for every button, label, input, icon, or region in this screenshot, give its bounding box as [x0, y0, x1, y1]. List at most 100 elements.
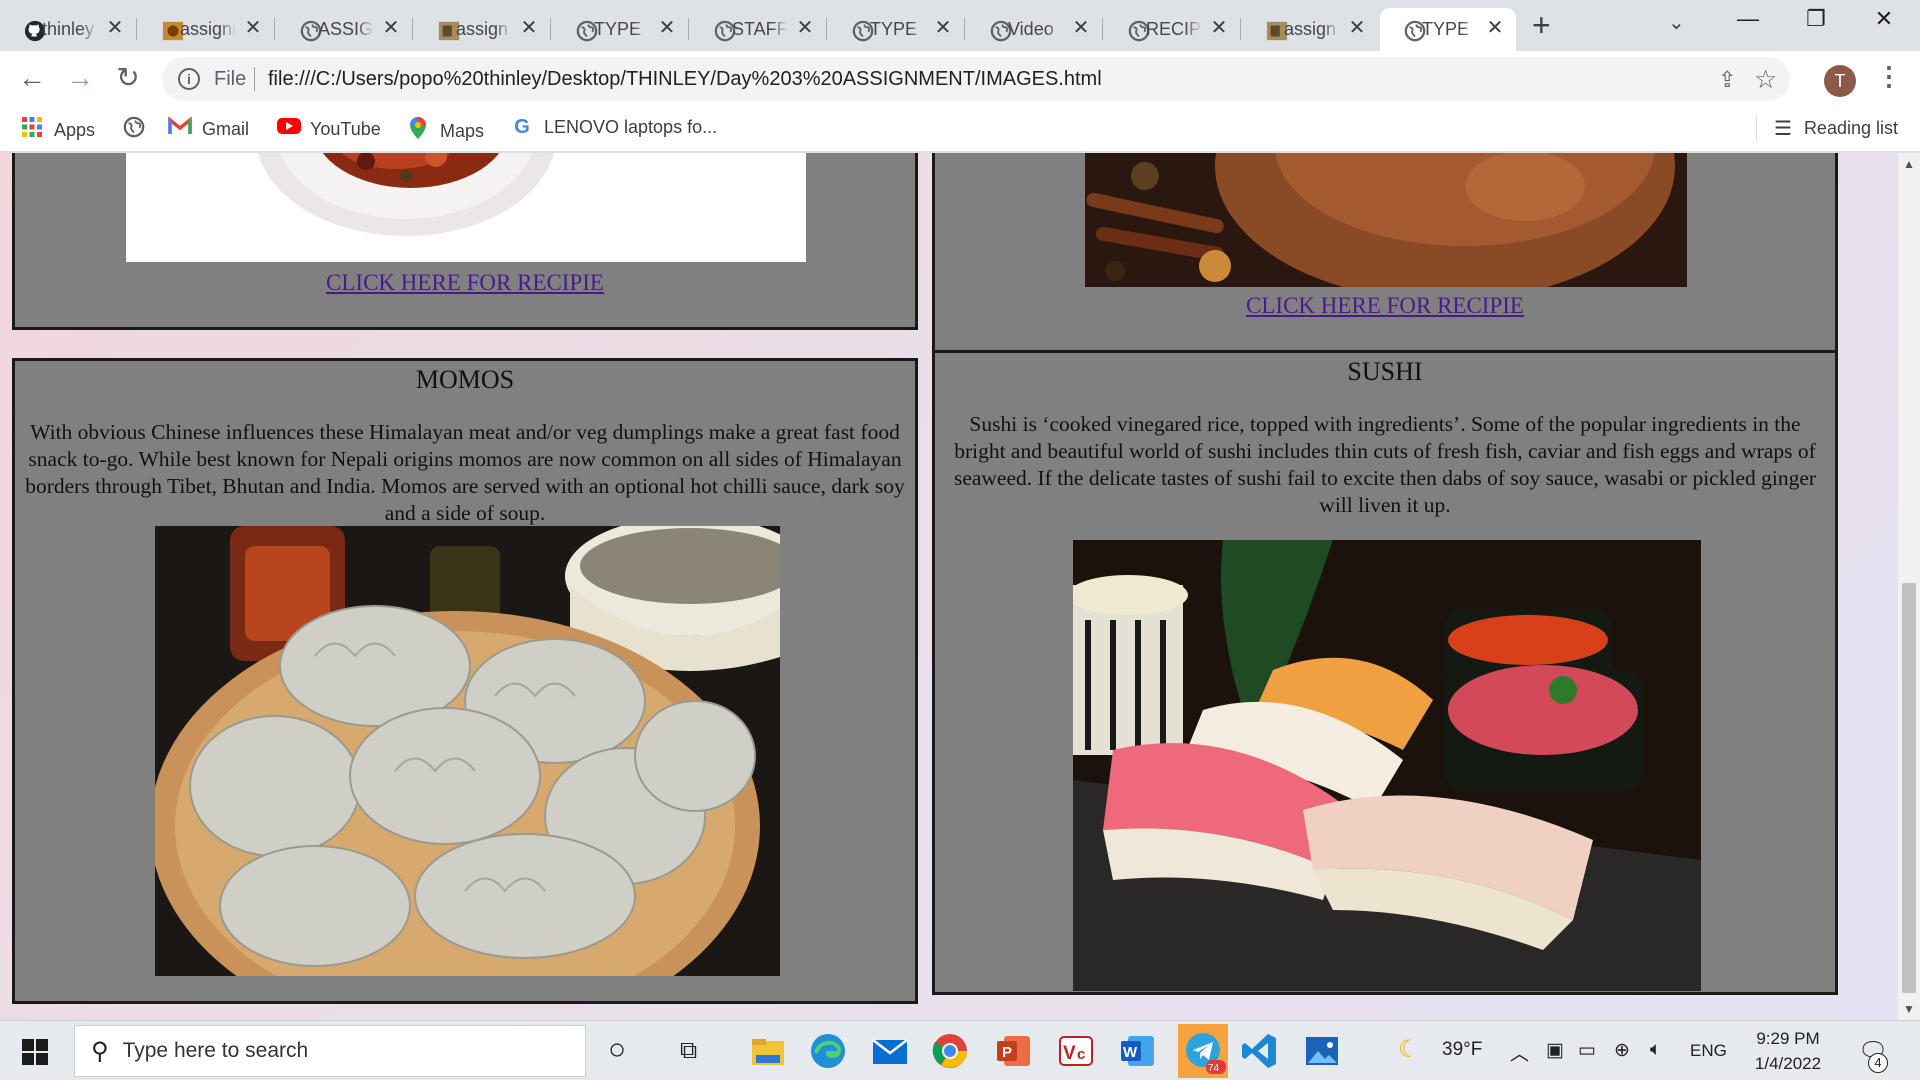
- clock-date: 1/4/2022: [1754, 1054, 1822, 1073]
- task-view-icon[interactable]: ⧉: [680, 1037, 697, 1065]
- close-tab-icon[interactable]: ✕: [932, 17, 954, 39]
- close-tab-icon[interactable]: ✕: [380, 17, 402, 39]
- scroll-up-icon[interactable]: ▲: [1898, 157, 1920, 171]
- bookmark-label: Maps: [440, 120, 485, 141]
- new-tab-button[interactable]: +: [1532, 9, 1551, 41]
- vscode-icon[interactable]: [1240, 1031, 1280, 1071]
- profile-avatar[interactable]: T: [1824, 65, 1856, 97]
- tab-strip: thinley ✕ assignment ✕ ASSIGNMENT ✕ assi…: [0, 0, 1920, 51]
- volume-icon[interactable]: 🔈︎: [1650, 1039, 1661, 1061]
- youtube-icon: [276, 116, 301, 142]
- tab-6[interactable]: STAFF ✕: [690, 8, 827, 51]
- momos-card: MOMOS With obvious Chinese influences th…: [12, 358, 918, 1004]
- bookmark-star-icon[interactable]: ☆: [1754, 64, 1777, 95]
- bookmark-gmail[interactable]: Gmail: [168, 116, 249, 142]
- close-tab-icon[interactable]: ✕: [794, 17, 816, 39]
- tab-8[interactable]: Video ✕: [966, 8, 1103, 51]
- share-icon[interactable]: ⇪: [1718, 67, 1736, 93]
- bookmark-lenovo[interactable]: G LENOVO laptops fo...: [510, 116, 717, 139]
- tab-10[interactable]: assign ✕: [1242, 8, 1378, 51]
- tab-5[interactable]: TYPE ✕: [552, 8, 689, 51]
- close-tab-icon[interactable]: ✕: [1484, 17, 1506, 39]
- powerpoint-icon[interactable]: P: [994, 1031, 1034, 1071]
- minimize-icon[interactable]: —: [1728, 6, 1768, 32]
- tab-4[interactable]: assign ✕: [414, 8, 551, 51]
- file-explorer-icon[interactable]: [748, 1031, 788, 1071]
- close-tab-icon[interactable]: ✕: [1070, 17, 1092, 39]
- taskbar-search-box[interactable]: ⚲ Type here to search: [74, 1025, 586, 1077]
- edge-icon[interactable]: [808, 1031, 848, 1071]
- tab-7[interactable]: TYPE ✕: [828, 8, 965, 51]
- svg-text:P: P: [1002, 1044, 1012, 1061]
- tab-title: ASSIGNMENT: [318, 19, 374, 39]
- tab-title: thinley: [42, 19, 95, 39]
- bookmark-maps[interactable]: Maps: [406, 116, 484, 146]
- scroll-down-icon[interactable]: ▼: [1898, 1002, 1920, 1016]
- tab-title: TYPE: [870, 19, 918, 39]
- weather-temp[interactable]: 39°F: [1442, 1039, 1482, 1061]
- tab-2[interactable]: assignment ✕: [138, 8, 275, 51]
- meet-now-icon[interactable]: ▣: [1546, 1039, 1564, 1062]
- vce-icon[interactable]: Vc: [1056, 1031, 1096, 1071]
- show-hidden-icons-chevron[interactable]: ︿: [1510, 1039, 1529, 1066]
- recipe-card-top-left: CLICK HERE FOR RECIPIE: [12, 153, 918, 330]
- tab-9[interactable]: RECIPE ✕: [1104, 8, 1241, 51]
- reload-icon[interactable]: ↻: [110, 61, 146, 95]
- tab-search-icon[interactable]: ⌄: [1668, 10, 1685, 35]
- bookmark-label: Apps: [54, 119, 96, 140]
- svg-text:c: c: [1077, 1046, 1085, 1063]
- close-tab-icon[interactable]: ✕: [656, 17, 678, 39]
- weather-moon-icon[interactable]: ☾: [1398, 1035, 1420, 1064]
- sushi-title: SUSHI: [1347, 357, 1423, 386]
- maps-pin-icon: [406, 116, 430, 146]
- momos-title: MOMOS: [415, 365, 515, 394]
- tab-1[interactable]: thinley ✕: [0, 8, 137, 51]
- photos-icon[interactable]: [1302, 1031, 1342, 1071]
- word-icon[interactable]: W: [1118, 1031, 1158, 1071]
- close-window-icon[interactable]: ✕: [1864, 6, 1904, 32]
- bookmark-apps[interactable]: Apps: [20, 116, 95, 144]
- tab-title: TYPE: [594, 19, 642, 39]
- close-tab-icon[interactable]: ✕: [104, 17, 126, 39]
- tab-3[interactable]: ASSIGNMENT ✕: [276, 8, 413, 51]
- svg-text:V: V: [1063, 1043, 1076, 1064]
- bookmark-label: Gmail: [202, 118, 250, 139]
- info-icon[interactable]: i: [178, 68, 200, 90]
- language-indicator[interactable]: ENG: [1690, 1041, 1727, 1061]
- close-tab-icon[interactable]: ✕: [518, 17, 540, 39]
- network-globe-icon[interactable]: ⊕: [1614, 1039, 1630, 1062]
- recipe-card-top-right: CLICK HERE FOR RECIPIE: [932, 153, 1838, 356]
- recipe-link-top-left[interactable]: CLICK HERE FOR RECIPIE: [326, 270, 604, 295]
- url-text[interactable]: file:///C:/Users/popo%20thinley/Desktop/…: [268, 68, 1102, 91]
- windows-start-icon[interactable]: [22, 1039, 48, 1065]
- page-scrollbar[interactable]: ▲ ▼: [1898, 153, 1920, 1020]
- forward-icon[interactable]: →: [62, 61, 98, 95]
- battery-icon[interactable]: ▭: [1578, 1039, 1596, 1062]
- close-tab-icon[interactable]: ✕: [1208, 17, 1230, 39]
- address-bar[interactable]: i File file:///C:/Users/popo%20thinley/D…: [162, 57, 1790, 101]
- close-tab-icon[interactable]: ✕: [242, 17, 264, 39]
- scheme-label: File: [214, 68, 247, 90]
- tab-title: TYPE: [1422, 19, 1470, 39]
- mail-icon[interactable]: [870, 1031, 910, 1071]
- reading-list-button[interactable]: ☰ Reading list: [1774, 116, 1898, 141]
- telegram-icon[interactable]: 74: [1178, 1024, 1228, 1078]
- recipe-link-top-right[interactable]: CLICK HERE FOR RECIPIE: [1246, 293, 1524, 318]
- taskbar-clock[interactable]: 9:29 PM 1/4/2022: [1744, 1026, 1832, 1076]
- dish-image-top-left: [126, 153, 806, 262]
- cortana-icon[interactable]: ○: [608, 1033, 626, 1067]
- bookmark-youtube[interactable]: YouTube: [276, 116, 381, 142]
- restore-icon[interactable]: ❐: [1796, 6, 1836, 32]
- notification-count-badge: 4: [1868, 1053, 1888, 1073]
- page-viewport: CLICK HERE FOR RECIPIE CLICK HERE FOR RE…: [0, 153, 1898, 1020]
- close-tab-icon[interactable]: ✕: [1346, 17, 1368, 39]
- tab-active[interactable]: TYPE ✕: [1380, 8, 1516, 51]
- chrome-icon[interactable]: [930, 1031, 970, 1071]
- bookmark-globe[interactable]: [122, 116, 156, 144]
- scrollbar-thumb[interactable]: [1902, 583, 1916, 993]
- gmail-icon: [168, 116, 192, 142]
- browser-toolbar: ← → ↻ i File file:///C:/Users/popo%20thi…: [0, 51, 1920, 106]
- back-icon[interactable]: ←: [14, 61, 50, 95]
- menu-kebab-icon[interactable]: ⋮: [1876, 61, 1902, 91]
- sushi-description: Sushi is ‘cooked vinegared rice, topped …: [953, 412, 1817, 517]
